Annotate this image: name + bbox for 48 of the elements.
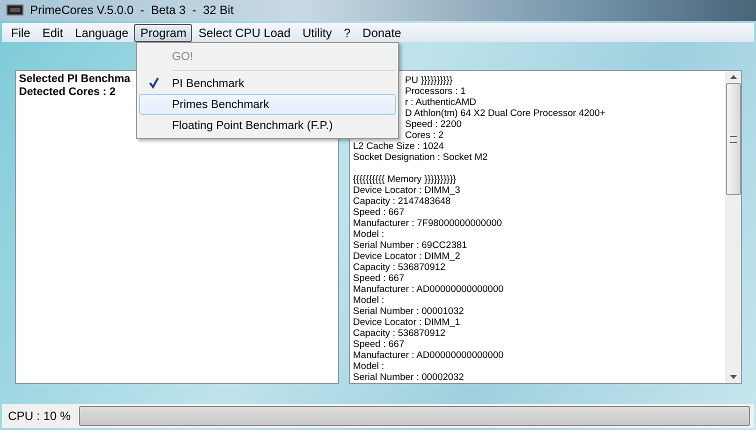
menu-item[interactable]: Edit bbox=[36, 24, 70, 42]
scroll-down-icon[interactable] bbox=[730, 375, 736, 380]
details-text: Device Locator : DIMM_3 bbox=[353, 185, 460, 196]
details-text: Capacity : 2147483648 bbox=[353, 196, 451, 208]
details-text: Speed : 667 bbox=[353, 273, 404, 284]
details-text: PU }}}}}}}}}} bbox=[405, 75, 453, 86]
details-text: Capacity : 536870912 bbox=[353, 262, 446, 274]
details-text: Manufacturer : 7F98000000000000 bbox=[353, 218, 502, 230]
info-text: Detected Cores : 2 bbox=[19, 86, 116, 100]
details-text: Serial Number : 00002032 bbox=[353, 372, 464, 384]
details-text: Socket Designation : Socket M2 bbox=[353, 152, 488, 164]
check-icon bbox=[148, 76, 160, 89]
details-text: Model : bbox=[353, 295, 384, 306]
window-title: PrimeCores V.5.0.0 - Beta 3 - 32 Bit bbox=[30, 3, 234, 18]
menu-item[interactable]: Language bbox=[69, 24, 134, 42]
details-text: r : AuthenticAMD bbox=[405, 97, 476, 108]
info-text: Selected PI Benchma bbox=[19, 73, 130, 86]
details-text: Model : bbox=[353, 361, 384, 372]
details-text: Manufacturer : AD00000000000000 bbox=[353, 284, 504, 296]
menu-item[interactable]: Donate bbox=[356, 24, 408, 42]
scroll-up-icon[interactable] bbox=[730, 75, 736, 80]
details-text: Speed : 667 bbox=[353, 207, 404, 218]
menu-option[interactable]: Floating Point Benchmark (F.P.) bbox=[139, 115, 396, 136]
menu-option[interactable]: Primes Benchmark bbox=[139, 94, 396, 116]
menu-item[interactable]: Select CPU Load bbox=[192, 24, 296, 42]
details-text: Capacity : 536870912 bbox=[353, 328, 446, 340]
details-text: Device Locator : DIMM_2 bbox=[353, 251, 460, 262]
menu-option[interactable]: PI Benchmark bbox=[139, 73, 396, 94]
details-text: Serial Number : 69CC2381 bbox=[353, 240, 468, 252]
details-text: Cores : 2 bbox=[405, 130, 444, 142]
cpu-label: CPU : 10 % bbox=[8, 409, 71, 424]
details-text: L2 Cache Size : 1024 bbox=[353, 141, 444, 152]
details-text: Speed : 2200 bbox=[405, 119, 462, 130]
details-text: Device Locator : DIMM_1 bbox=[353, 317, 460, 328]
scroll-thumb[interactable] bbox=[726, 83, 740, 196]
details-text: Speed : 667 bbox=[353, 339, 404, 350]
menu-item[interactable]: File bbox=[5, 24, 36, 42]
chip-icon bbox=[6, 4, 24, 16]
scrollbar[interactable] bbox=[725, 71, 741, 384]
menu-item[interactable]: ? bbox=[338, 24, 357, 42]
menu-item[interactable]: Utility bbox=[296, 24, 338, 42]
details-text: Serial Number : 00001032 bbox=[353, 306, 464, 318]
details-text: D Athlon(tm) 64 X2 Dual Core Processor 4200+ bbox=[405, 108, 606, 120]
details-text: {{{{{{{{{{ Memory }}}}}}}}}} bbox=[353, 174, 456, 186]
details-text: Model : bbox=[353, 229, 384, 240]
details-text: Manufacturer : AD00000000000000 bbox=[353, 350, 504, 362]
details-text: Processors : 1 bbox=[405, 86, 466, 98]
menu-item[interactable]: Program bbox=[134, 24, 192, 42]
